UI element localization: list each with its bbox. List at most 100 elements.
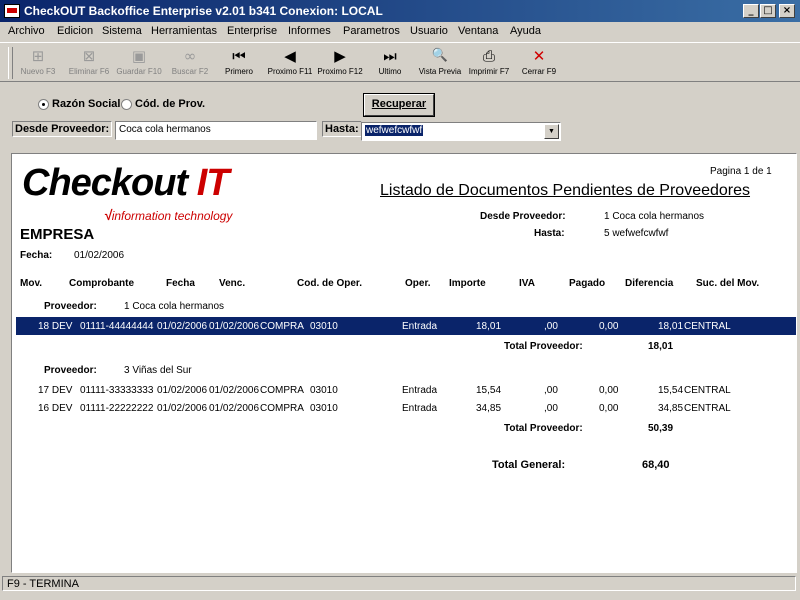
hasta-dropdown[interactable]: wefwefcwfwf ▼ — [361, 122, 561, 141]
row-fecha: 01/02/2006 — [157, 385, 208, 396]
vista-previa-button[interactable]: 🔍 Vista Previa — [416, 45, 464, 81]
razon-social-label[interactable]: Razón Social — [52, 98, 120, 110]
row-oper-name: COMPRA — [260, 385, 304, 396]
hasta-value: 5 wefwefcwfwf — [604, 228, 669, 239]
col-comprobante: Comprobante — [69, 278, 134, 289]
report-preview[interactable]: Pagina 1 de 1 Checkout IT √information t… — [11, 153, 797, 573]
status-text: F9 - TERMINA — [2, 576, 796, 591]
empresa-label: EMPRESA — [20, 226, 95, 243]
row-fecha: 01/02/2006 — [157, 321, 208, 332]
primero-button[interactable]: ⏮ Primero — [221, 45, 257, 81]
menu-ventana[interactable]: Ventana — [458, 25, 498, 37]
group-proveedor-label: Proveedor: — [44, 365, 97, 376]
total-general-value: 68,40 — [642, 459, 670, 471]
anterior-button[interactable]: ◀ Proximo F11 — [266, 45, 314, 81]
menu-archivo[interactable]: Archivo — [8, 25, 45, 37]
group-proveedor-name: 1 Coca cola hermanos — [124, 301, 225, 312]
logo-tagline: √information technology — [104, 207, 233, 223]
row-oper: Entrada — [402, 321, 438, 332]
menu-ayuda[interactable]: Ayuda — [510, 25, 541, 37]
desde-proveedor-value: 1 Coca cola hermanos — [604, 211, 705, 222]
fecha-value: 01/02/2006 — [74, 250, 125, 261]
buscar-button[interactable]: ∞ Buscar F2 — [168, 45, 212, 81]
status-bar: F9 - TERMINA — [0, 575, 800, 593]
col-diferencia: Diferencia — [625, 278, 674, 289]
first-icon: ⏮ — [232, 47, 246, 65]
row-pagado: 0,00 — [599, 385, 619, 396]
col-pagado: Pagado — [569, 278, 606, 289]
cerrar-button[interactable]: ✕ Cerrar F9 — [520, 45, 558, 81]
row-venc: 01/02/2006 — [209, 403, 260, 414]
row-importe: 18,01 — [476, 321, 502, 332]
maximize-button[interactable]: □ — [760, 4, 776, 18]
menu-usuario[interactable]: Usuario — [410, 25, 448, 37]
group-proveedor-label: Proveedor: — [44, 301, 97, 312]
preview-icon: 🔍 — [431, 48, 449, 63]
col-importe: Importe — [449, 278, 486, 289]
row-mov: 16 DEV — [38, 403, 73, 414]
recuperar-button[interactable]: Recuperar — [364, 94, 434, 116]
row-oper-name: COMPRA — [260, 321, 304, 332]
row-comprobante: 01111-44444444 — [80, 321, 154, 332]
col-iva: IVA — [519, 278, 535, 289]
menu-herramientas[interactable]: Herramientas — [151, 25, 217, 37]
col-fecha: Fecha — [166, 278, 195, 289]
toolbar: ⊞ Nuevo F3 ⊠ Eliminar F6 ▣ Guardar F10 ∞ Bus… — [0, 42, 800, 82]
razon-social-radio[interactable] — [38, 99, 49, 110]
menu-enterprise[interactable]: Enterprise — [227, 25, 277, 37]
ultimo-button[interactable]: ⏭ Ultimo — [373, 45, 407, 81]
minimize-button[interactable]: _ — [743, 4, 759, 18]
desde-proveedor-caption: Desde Proveedor: — [480, 211, 566, 222]
filter-panel: Razón Social Cód. de Prov. Recuperar Des… — [0, 82, 800, 146]
group-proveedor-name: 3 Viñas del Sur — [124, 365, 192, 376]
row-mov: 18 DEV — [38, 321, 73, 332]
prev-icon: ◀ — [284, 47, 296, 65]
chevron-down-icon[interactable]: ▼ — [544, 124, 559, 139]
menu-sistema[interactable]: Sistema — [102, 25, 142, 37]
report-title: Listado de Documentos Pendientes de Prov… — [380, 182, 751, 199]
guardar-button[interactable]: ▣ Guardar F10 — [115, 45, 163, 81]
cod-prov-label[interactable]: Cód. de Prov. — [135, 98, 205, 110]
close-button[interactable]: × — [779, 4, 795, 18]
close-x-icon: ✕ — [532, 47, 546, 65]
imprimir-button[interactable]: ⎙ Imprimir F7 — [467, 45, 511, 81]
col-mov: Mov. — [20, 278, 43, 289]
row-oper-code: 03010 — [310, 321, 338, 332]
row-venc: 01/02/2006 — [209, 385, 260, 396]
row-oper: Entrada — [402, 403, 438, 414]
row-oper: Entrada — [402, 385, 438, 396]
page-number: Pagina 1 de 1 — [710, 166, 772, 177]
total-general-label: Total General: — [492, 459, 566, 471]
proximo-button[interactable]: ▶ Proximo F12 — [316, 45, 364, 81]
nuevo-button[interactable]: ⊞ Nuevo F3 — [18, 45, 58, 81]
row-importe: 15,54 — [476, 385, 502, 396]
row-comprobante: 01111-33333333 — [80, 385, 154, 396]
title-bar[interactable]: CheckOUT Backoffice Enterprise v2.01 b34… — [0, 0, 800, 22]
row-fecha: 01/02/2006 — [157, 403, 208, 414]
binoculars-icon: ∞ — [183, 47, 197, 65]
row-oper-code: 03010 — [310, 385, 338, 396]
hasta-label: Hasta: — [322, 121, 362, 137]
toolbar-grip[interactable] — [8, 47, 13, 79]
total-proveedor-label: Total Proveedor: — [504, 423, 583, 434]
app-icon[interactable] — [4, 4, 20, 18]
row-pagado: 0,00 — [599, 321, 619, 332]
col-venc: Venc. — [219, 278, 246, 289]
row-iva: ,00 — [544, 321, 558, 332]
row-importe: 34,85 — [476, 403, 502, 414]
col-cod-oper: Cod. de Oper. — [297, 278, 363, 289]
window-title: CheckOUT Backoffice Enterprise v2.01 b34… — [24, 4, 383, 18]
hasta-selected-value: wefwefcwfwf — [365, 125, 424, 136]
eliminar-button[interactable]: ⊠ Eliminar F6 — [66, 45, 112, 81]
menu-informes[interactable]: Informes — [288, 25, 331, 37]
desde-proveedor-input[interactable]: Coca cola hermanos — [115, 121, 317, 140]
last-icon: ⏭ — [383, 47, 397, 65]
cod-prov-radio[interactable] — [121, 99, 132, 110]
menu-edicion[interactable]: Edicion — [57, 25, 93, 37]
row-oper-name: COMPRA — [260, 403, 304, 414]
menu-parametros[interactable]: Parametros — [343, 25, 400, 37]
hasta-caption: Hasta: — [534, 228, 565, 239]
delete-icon: ⊠ — [82, 47, 96, 65]
desde-proveedor-label: Desde Proveedor: — [12, 121, 113, 137]
row-suc: CENTRAL — [684, 403, 731, 414]
